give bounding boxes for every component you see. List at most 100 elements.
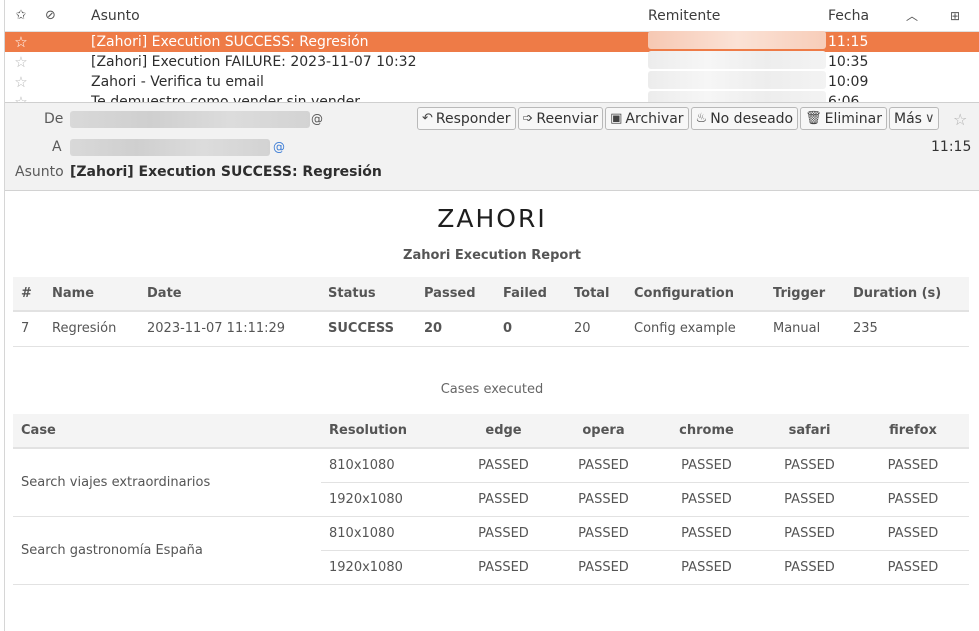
- result-opera: PASSED: [556, 482, 651, 517]
- column-header-subject[interactable]: Asunto: [91, 8, 648, 24]
- star-icon[interactable]: ☆: [5, 33, 37, 51]
- window-edge: [0, 0, 5, 631]
- cases-header: chrome: [651, 414, 762, 449]
- message-list-header: ✩ ⊘ Asunto Remitente Fecha ︿ ⊞: [5, 0, 979, 32]
- case-resolution: 1920x1080: [321, 482, 451, 517]
- subject-label: Asunto: [15, 164, 64, 180]
- contact-icon[interactable]: @: [311, 113, 323, 125]
- forward-icon: ➩: [522, 111, 534, 126]
- to-label: A: [52, 139, 62, 155]
- forward-button[interactable]: ➩ Reenviar: [517, 107, 604, 130]
- reply-icon: ↶: [422, 111, 433, 126]
- column-header-date[interactable]: Fecha: [828, 8, 906, 24]
- case-resolution: 1920x1080: [321, 550, 451, 585]
- junk-icon: ♨: [695, 111, 708, 126]
- case-resolution: 810x1080: [321, 448, 451, 483]
- message-date: 11:15: [828, 34, 869, 50]
- star-icon[interactable]: ☆: [5, 73, 37, 91]
- zahori-logo: ZAHORI: [437, 204, 547, 233]
- result-edge: PASSED: [451, 482, 556, 517]
- summary-name: Regresión: [44, 311, 139, 347]
- from-address-redacted[interactable]: [70, 111, 310, 128]
- summary-header: Status: [320, 277, 416, 312]
- message-toolbar: ↶ Responder ➩ Reenviar ▣ Archivar ♨ No d…: [417, 107, 940, 130]
- cases-header: opera: [556, 414, 651, 449]
- star-icon[interactable]: ☆: [5, 53, 37, 71]
- chevron-down-icon: ∨: [924, 111, 935, 126]
- message-date: 10:09: [828, 74, 869, 90]
- result-chrome: PASSED: [651, 482, 762, 517]
- to-address-redacted[interactable]: [70, 139, 270, 156]
- message-subject: Zahori - Verifica tu email: [91, 74, 264, 90]
- star-icon[interactable]: ☆: [5, 93, 37, 102]
- from-label: De: [44, 111, 64, 127]
- message-row[interactable]: ☆ Te demuestro como vender sin vender 6:…: [5, 91, 979, 103]
- summary-passed: 20: [416, 311, 495, 347]
- junk-button[interactable]: ♨ No deseado: [690, 107, 799, 130]
- result-opera: PASSED: [556, 448, 651, 483]
- summary-header: Configuration: [626, 277, 765, 312]
- message-sender-redacted: [648, 51, 828, 73]
- star-icon[interactable]: ☆: [953, 110, 967, 129]
- case-resolution: 810x1080: [321, 516, 451, 551]
- result-edge: PASSED: [451, 550, 556, 585]
- summary-configuration: Config example: [626, 311, 765, 347]
- message-row[interactable]: ☆ [Zahori] Execution FAILURE: 2023-11-07…: [5, 51, 979, 73]
- cases-header: Resolution: [321, 414, 451, 449]
- result-safari: PASSED: [762, 482, 857, 517]
- delete-button[interactable]: 🗑 Eliminar: [800, 107, 888, 130]
- result-chrome: PASSED: [651, 516, 762, 551]
- summary-header: Name: [44, 277, 139, 312]
- case-name: Search viajes extraordinarios: [13, 448, 321, 517]
- message-date: 10:35: [828, 54, 869, 70]
- more-button[interactable]: Más ∨: [889, 107, 940, 130]
- summary-header: Date: [139, 277, 320, 312]
- result-opera: PASSED: [556, 550, 651, 585]
- message-time: 11:15: [931, 139, 972, 155]
- junk-label: No deseado: [710, 110, 794, 127]
- cases-header: firefox: [857, 414, 969, 449]
- summary-duration: 235: [845, 311, 969, 347]
- summary-header: Passed: [416, 277, 495, 312]
- cases-title: Cases executed: [440, 382, 544, 397]
- message-subject: [Zahori] Execution FAILURE: 2023-11-07 1…: [91, 54, 417, 70]
- result-firefox: PASSED: [857, 516, 969, 551]
- summary-header: #: [13, 277, 44, 312]
- sort-ascending-icon[interactable]: ︿: [906, 7, 950, 24]
- case-row: Search viajes extraordinarios 810x1080 P…: [13, 448, 969, 517]
- message-body: ZAHORI Zahori Execution Report # Name Da…: [5, 192, 979, 631]
- message-sender-redacted: [648, 91, 828, 102]
- result-chrome: PASSED: [651, 448, 762, 483]
- delete-label: Eliminar: [824, 110, 883, 127]
- summary-header: Failed: [495, 277, 566, 312]
- result-safari: PASSED: [762, 448, 857, 483]
- message-list: ✩ ⊘ Asunto Remitente Fecha ︿ ⊞ ☆ [Zahori…: [5, 0, 979, 103]
- archive-button[interactable]: ▣ Archivar: [605, 107, 689, 130]
- message-sender-redacted: [648, 71, 828, 93]
- result-firefox: PASSED: [857, 550, 969, 585]
- message-row[interactable]: ☆ Zahori - Verifica tu email 10:09: [5, 71, 979, 93]
- message-sender-redacted: [648, 31, 828, 53]
- result-edge: PASSED: [451, 516, 556, 551]
- result-edge: PASSED: [451, 448, 556, 483]
- forward-label: Reenviar: [536, 110, 599, 127]
- reply-button[interactable]: ↶ Responder: [417, 107, 516, 130]
- result-opera: PASSED: [556, 516, 651, 551]
- star-column-icon[interactable]: ✩: [5, 8, 37, 23]
- summary-header-row: # Name Date Status Passed Failed Total C…: [13, 277, 969, 312]
- archive-icon: ▣: [610, 111, 623, 126]
- column-picker-icon[interactable]: ⊞: [950, 9, 979, 23]
- summary-failed: 0: [495, 311, 566, 347]
- attachment-column-icon[interactable]: ⊘: [37, 8, 91, 23]
- summary-date: 2023-11-07 11:11:29: [139, 311, 320, 347]
- summary-total: 20: [566, 311, 626, 347]
- message-row[interactable]: ☆ [Zahori] Execution SUCCESS: Regresión …: [5, 31, 979, 53]
- cases-header: safari: [762, 414, 857, 449]
- result-firefox: PASSED: [857, 448, 969, 483]
- message-subject: Te demuestro como vender sin vender: [91, 94, 361, 103]
- case-name: Search gastronomía España: [13, 516, 321, 585]
- contact-icon[interactable]: @: [273, 141, 285, 153]
- column-header-sender[interactable]: Remitente: [648, 8, 828, 24]
- summary-num: 7: [13, 311, 44, 347]
- case-row: Search gastronomía España 810x1080 PASSE…: [13, 516, 969, 585]
